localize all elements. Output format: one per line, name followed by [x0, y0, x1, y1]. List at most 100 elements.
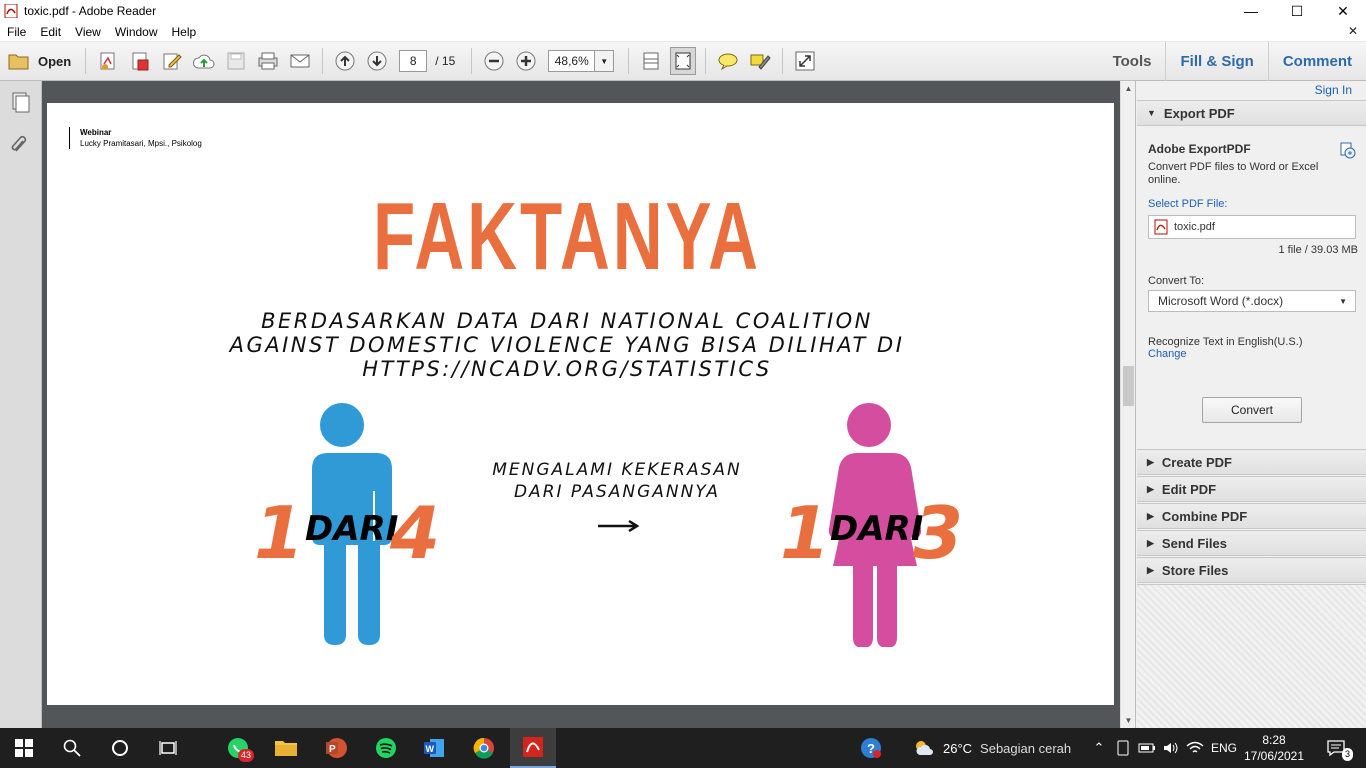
zoom-level-input[interactable]: 48,6% [548, 50, 595, 72]
full-screen-button[interactable] [789, 47, 821, 75]
combine-button[interactable] [124, 47, 156, 75]
file-explorer-taskbar-button[interactable] [262, 728, 310, 768]
export-description-line-1: Convert PDF files to Word or Excel [1148, 161, 1319, 173]
edit-button[interactable] [156, 47, 188, 75]
scrollbar-thumb[interactable] [1123, 366, 1134, 406]
store-files-section-header[interactable]: ▶ Store Files [1137, 557, 1366, 583]
scroll-up-arrow-icon[interactable]: ▲ [1121, 81, 1136, 96]
battery-tray-icon[interactable] [1136, 728, 1158, 768]
paperclip-icon[interactable] [9, 133, 31, 155]
sticky-note-button[interactable] [712, 47, 744, 75]
volume-tray-icon[interactable] [1160, 728, 1182, 768]
toolbar-divider [322, 48, 324, 74]
menu-edit[interactable]: Edit [33, 25, 68, 39]
open-button[interactable]: Open [8, 47, 79, 75]
action-center-button[interactable]: 3 [1316, 728, 1356, 768]
zoom-out-button[interactable] [478, 47, 510, 75]
change-language-link[interactable]: Change [1148, 348, 1187, 360]
language-indicator[interactable]: ENG [1208, 728, 1240, 768]
weather-widget[interactable]: 26°C Sebagian cerah [912, 728, 1082, 768]
combine-pdf-section-header[interactable]: ▶ Combine PDF [1137, 503, 1366, 529]
plus-icon [516, 51, 536, 71]
print-button[interactable] [252, 47, 284, 75]
vertical-scrollbar[interactable]: ▲ ▼ [1120, 81, 1135, 728]
convert-button[interactable]: Convert [1202, 397, 1302, 423]
arrow-right-icon [598, 519, 640, 533]
menu-view[interactable]: View [68, 25, 108, 39]
help-tray-button[interactable]: ? [856, 728, 886, 768]
convert-to-select[interactable]: Microsoft Word (*.docx) ▼ [1148, 290, 1356, 312]
word-taskbar-button[interactable]: W [410, 728, 458, 768]
fit-width-button[interactable] [635, 47, 667, 75]
close-button[interactable]: ✕ [1320, 0, 1366, 22]
clock[interactable]: 8:28 17/06/2021 [1240, 728, 1308, 768]
edit-pdf-section-header[interactable]: ▶ Edit PDF [1137, 476, 1366, 502]
start-button[interactable] [0, 728, 48, 768]
wifi-icon [1186, 741, 1204, 753]
previous-page-button[interactable] [329, 47, 361, 75]
device-tray-icon[interactable] [1113, 728, 1133, 768]
male-ratio-denominator: 4 [390, 491, 441, 575]
toolbar-right-tabs: Tools Fill & Sign Comment [1099, 42, 1366, 81]
zoom-dropdown-button[interactable]: ▼ [594, 50, 615, 72]
document-close-button[interactable]: ✕ [1348, 24, 1358, 38]
print-icon [258, 52, 278, 70]
fit-page-button[interactable] [670, 47, 697, 75]
scroll-down-arrow-icon[interactable]: ▼ [1121, 713, 1136, 728]
fill-sign-tab[interactable]: Fill & Sign [1165, 42, 1267, 81]
cloud-upload-icon [193, 54, 215, 69]
selected-file-field[interactable]: toxic.pdf [1148, 215, 1356, 239]
adobe-reader-taskbar-button[interactable] [510, 728, 556, 768]
spotify-icon [376, 738, 396, 758]
network-tray-icon[interactable] [1184, 728, 1206, 768]
powerpoint-icon: P [326, 738, 347, 758]
partly-cloudy-icon [916, 741, 933, 755]
zoom-in-button[interactable] [510, 47, 542, 75]
arrow-up-icon [335, 51, 355, 71]
email-button[interactable] [284, 47, 316, 75]
menu-bar: File Edit View Window Help ✕ [0, 22, 1366, 42]
page-thumbnails-icon[interactable] [9, 91, 31, 113]
select-pdf-file-label: Select PDF File: [1148, 198, 1228, 210]
create-pdf-button[interactable] [92, 47, 124, 75]
caption-line-1: MENGALAMI KEKERASAN [492, 460, 742, 480]
male-ratio-word: DARI [305, 509, 399, 549]
show-hidden-icons-button[interactable]: ⌃ [1090, 728, 1108, 768]
search-button[interactable] [48, 728, 96, 768]
weather-temperature: 26°C [943, 740, 973, 756]
cortana-button[interactable] [96, 728, 144, 768]
chrome-taskbar-button[interactable] [460, 728, 508, 768]
export-pdf-section-header[interactable]: ▼ Export PDF [1137, 100, 1366, 126]
notification-count-badge: 3 [1342, 748, 1354, 761]
upload-button[interactable] [188, 47, 220, 75]
cortana-circle-icon [112, 740, 128, 756]
spotify-taskbar-button[interactable] [362, 728, 410, 768]
source-line-1: BERDASARKAN DATA DARI NATIONAL COALITION [261, 309, 873, 333]
tools-tab[interactable]: Tools [1099, 42, 1166, 81]
send-files-section-header[interactable]: ▶ Send Files [1137, 530, 1366, 556]
create-pdf-section-header[interactable]: ▶ Create PDF [1137, 449, 1366, 475]
create-pdf-icon [100, 52, 115, 70]
menu-file[interactable]: File [0, 25, 33, 39]
chrome-icon [473, 737, 494, 759]
menu-help[interactable]: Help [165, 25, 204, 39]
export-info-icon[interactable] [1338, 141, 1356, 159]
menu-window[interactable]: Window [108, 25, 165, 39]
toolbar-divider [628, 48, 630, 74]
sign-in-link[interactable]: Sign In [1315, 83, 1352, 97]
comment-tab[interactable]: Comment [1267, 42, 1366, 81]
language-label: ENG [1210, 741, 1237, 755]
next-page-button[interactable] [361, 47, 393, 75]
tools-pane: Sign In ▼ Export PDF Adobe ExportPDF Con… [1135, 81, 1366, 728]
svg-text:W: W [426, 744, 435, 754]
minimize-button[interactable]: — [1228, 0, 1274, 22]
export-pdf-label: Export PDF [1163, 105, 1235, 121]
powerpoint-taskbar-button[interactable]: P [312, 728, 360, 768]
save-button[interactable] [220, 47, 252, 75]
whatsapp-taskbar-button[interactable]: 43 [214, 728, 262, 768]
page-number-input[interactable]: 8 [399, 50, 428, 72]
highlight-button[interactable] [744, 47, 776, 75]
maximize-button[interactable]: ☐ [1274, 0, 1320, 22]
expand-triangle-icon: ▶ [1147, 564, 1154, 575]
task-view-button[interactable] [144, 728, 192, 768]
